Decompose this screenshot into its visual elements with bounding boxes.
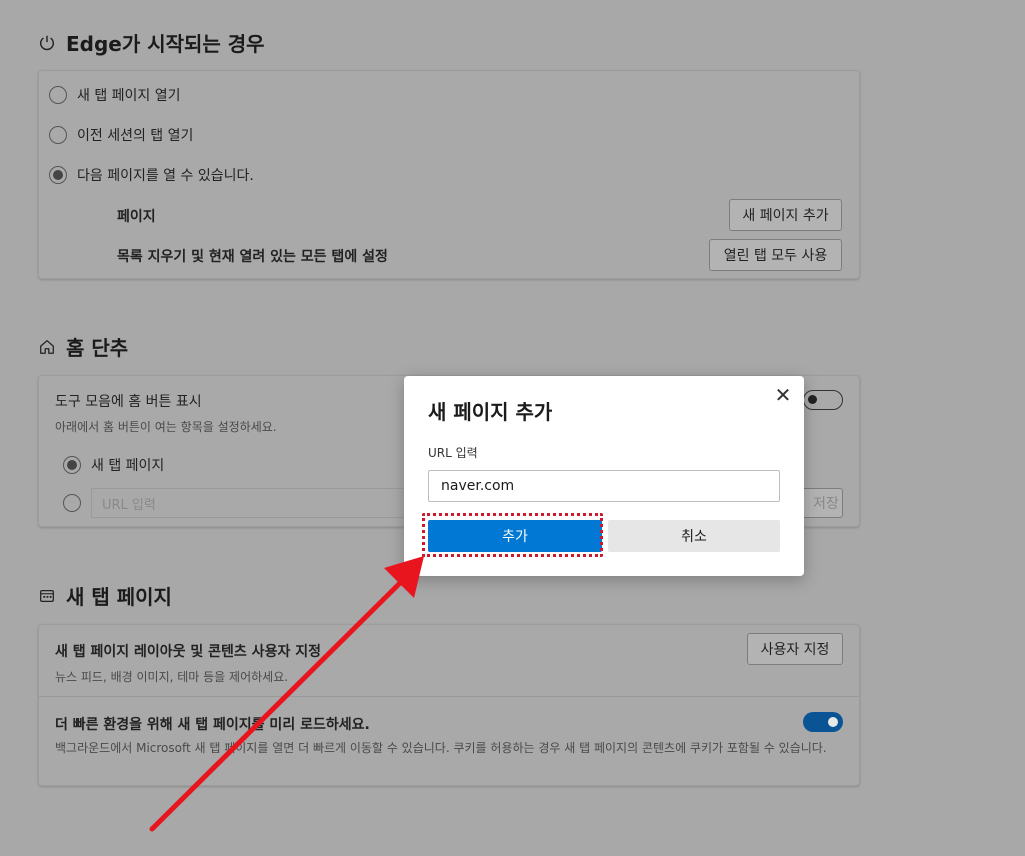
annotation-arrow: [149, 556, 424, 832]
